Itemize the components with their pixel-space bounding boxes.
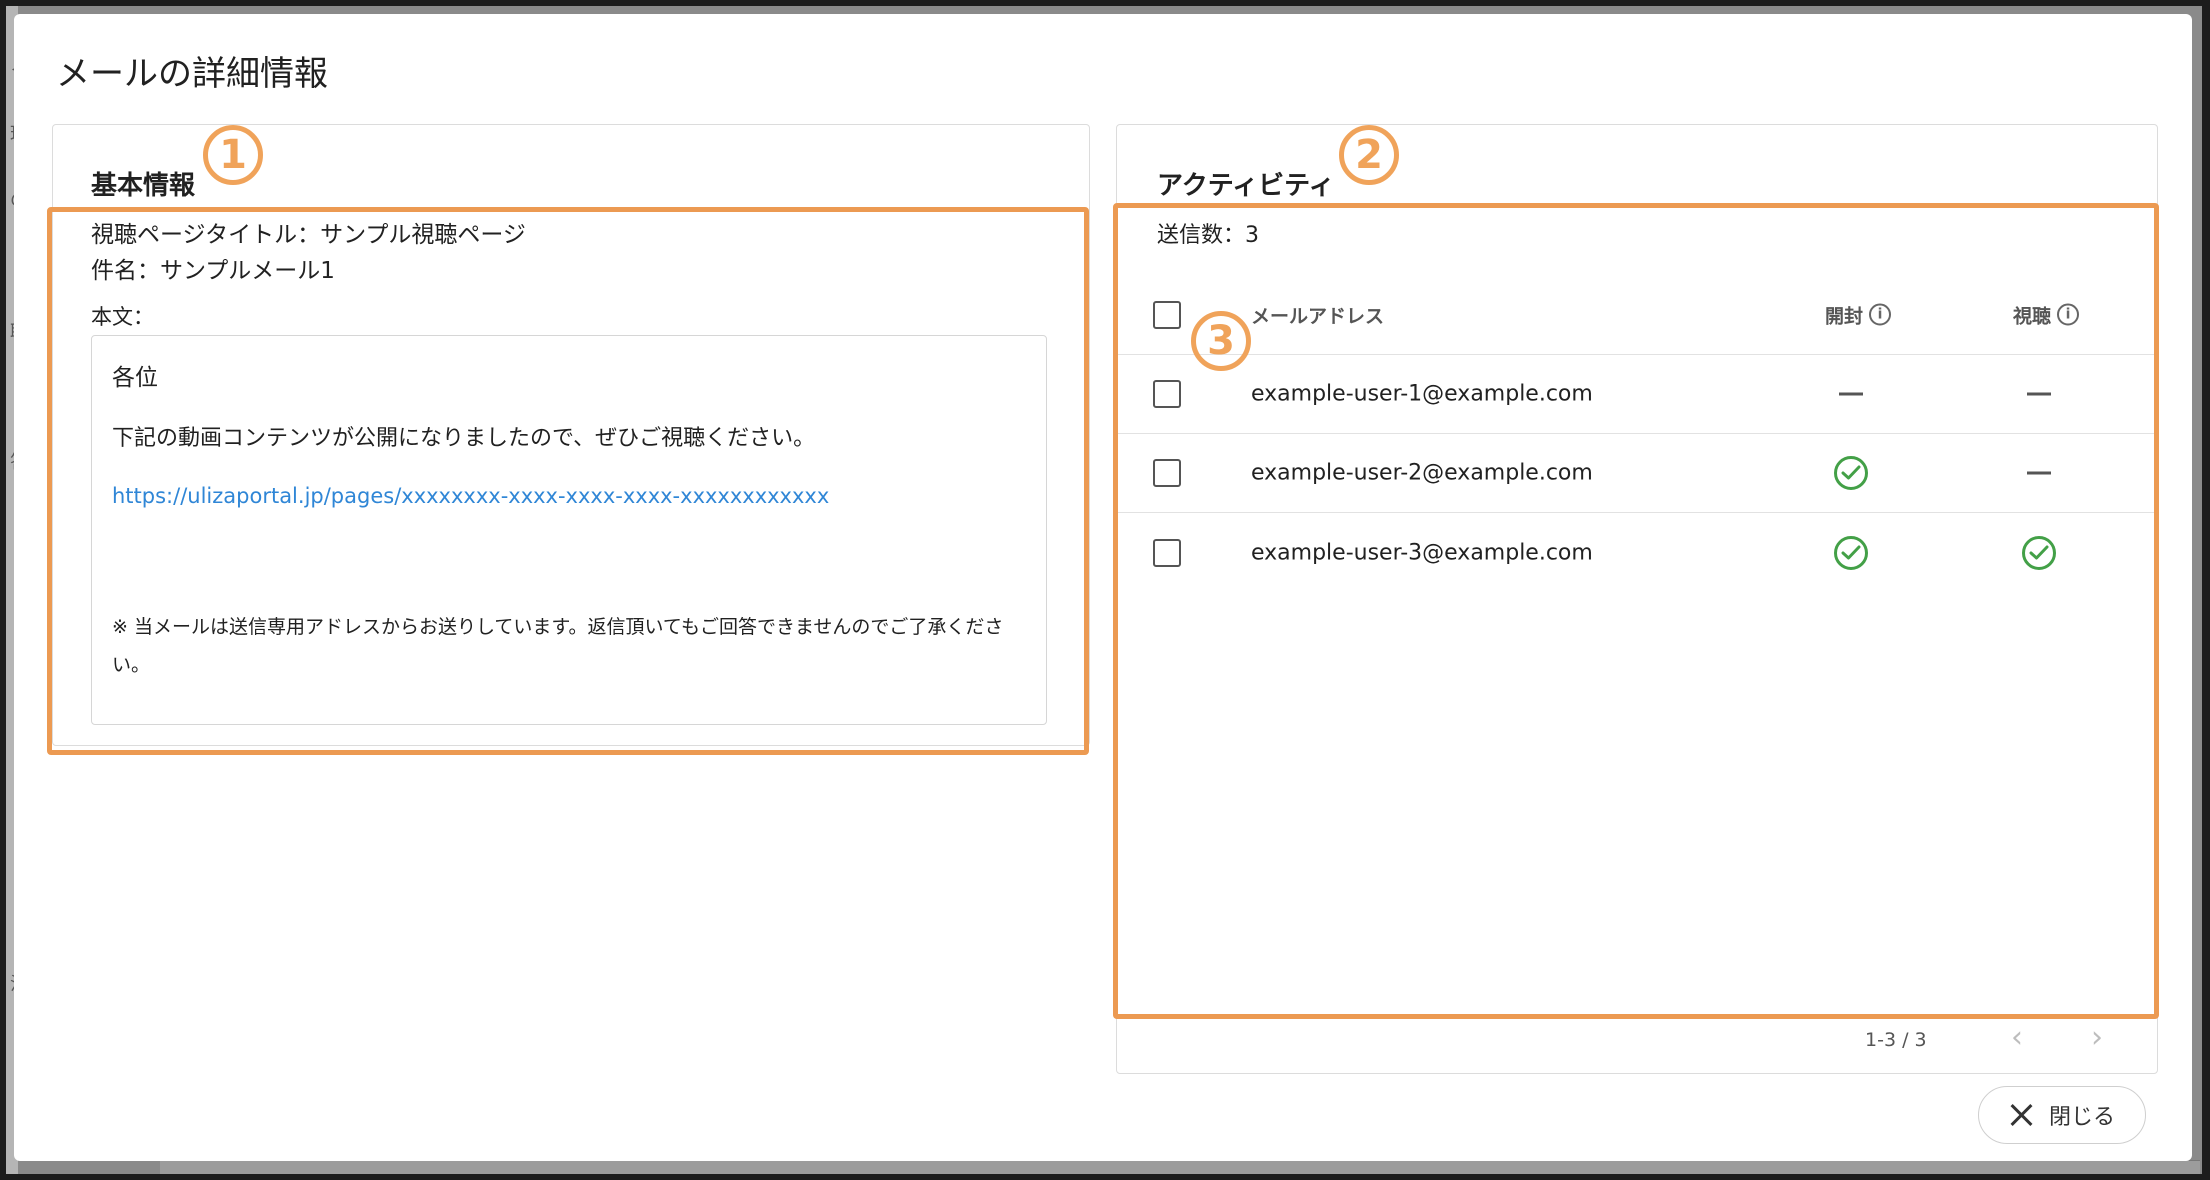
viewed-status <box>2027 392 2051 396</box>
column-header-opened: 開封 i <box>1825 301 1892 328</box>
opened-status <box>1839 392 1863 396</box>
pagination: 1-3 / 3 ‹ › <box>1117 1005 2157 1075</box>
page-title-line: 視聴ページタイトル：サンプル視聴ページ <box>91 222 526 248</box>
annotation-badge-1: 1 <box>203 125 263 185</box>
column-header-viewed: 視聴 i <box>2013 301 2080 328</box>
send-count: 送信数：3 <box>1157 223 1259 248</box>
close-icon <box>2009 1102 2035 1128</box>
recipient-email: example-user-3@example.com <box>1251 540 1593 565</box>
table-row[interactable]: example-user-3@example.com <box>1117 513 2157 592</box>
table-row[interactable]: example-user-2@example.com <box>1117 434 2157 513</box>
backdrop-footer <box>160 1160 2200 1174</box>
annotation-badge-2: 2 <box>1339 125 1399 185</box>
opened-status <box>1834 535 1868 570</box>
content-link[interactable]: https://ulizaportal.jp/pages/xxxxxxxx-xx… <box>112 484 829 508</box>
page-range: 1-3 / 3 <box>1865 1029 1927 1051</box>
close-button-label: 閉じる <box>2048 1105 2115 1130</box>
subject-line: 件名：サンプルメール1 <box>91 258 335 284</box>
chevron-right-icon[interactable]: › <box>2091 1023 2103 1053</box>
recipient-email: example-user-2@example.com <box>1251 460 1593 486</box>
body-greeting: 各位 <box>112 365 158 391</box>
close-button[interactable]: 閉じる <box>1978 1086 2146 1144</box>
column-header-viewed-label: 視聴 <box>2013 305 2052 327</box>
activity-title: アクティビティ <box>1157 171 1335 201</box>
check-circle-icon <box>1834 456 1868 490</box>
column-header-email[interactable]: メールアドレス <box>1251 301 1384 328</box>
dash-icon <box>2027 392 2051 396</box>
info-icon[interactable]: i <box>2057 303 2080 326</box>
check-circle-icon <box>1834 535 1868 570</box>
viewed-status <box>2027 471 2051 475</box>
column-header-opened-label: 開封 <box>1825 305 1864 327</box>
activity-card: アクティビティ 2 送信数：3 メールアドレス 開封 i 視聴 i exampl… <box>1113 124 2159 1075</box>
chevron-left-icon[interactable]: ‹ <box>2011 1023 2023 1053</box>
table-header-row: メールアドレス 開封 i 視聴 i <box>1117 275 2157 355</box>
recipient-email: example-user-1@example.com <box>1251 381 1593 407</box>
viewed-status <box>2022 535 2056 570</box>
annotation-badge-3: 3 <box>1191 311 1251 371</box>
body-note: ※ 当メールは送信専用アドレスからお送りしています。返信頂いてもご回答できません… <box>112 616 1004 676</box>
dialog-title: メールの詳細情報 <box>56 54 328 94</box>
body-paragraph: 下記の動画コンテンツが公開になりましたので、ぜひご視聴ください。 <box>112 426 816 451</box>
check-circle-icon <box>2022 535 2056 570</box>
recipient-table: メールアドレス 開封 i 視聴 i example-user-1@example… <box>1117 275 2157 592</box>
row-checkbox[interactable] <box>1153 459 1181 487</box>
opened-status <box>1834 456 1868 490</box>
dash-icon <box>2027 471 2051 475</box>
dash-icon <box>1839 392 1863 396</box>
basic-info-title: 基本情報 <box>91 171 196 201</box>
mail-detail-dialog: メールの詳細情報 基本情報 1 視聴ページタイトル：サンプル視聴ページ 件名：サ… <box>14 14 2192 1161</box>
select-all-checkbox[interactable] <box>1153 300 1181 329</box>
info-icon[interactable]: i <box>1869 303 1892 326</box>
table-row[interactable]: example-user-1@example.com <box>1117 355 2157 434</box>
row-checkbox[interactable] <box>1153 538 1181 567</box>
basic-info-card: 基本情報 1 視聴ページタイトル：サンプル視聴ページ 件名：サンプルメール1 本… <box>47 124 1090 755</box>
body-label: 本文： <box>91 305 154 329</box>
row-checkbox[interactable] <box>1153 380 1181 408</box>
mail-body-box: 各位 下記の動画コンテンツが公開になりましたので、ぜひご視聴ください。 http… <box>91 335 1047 725</box>
